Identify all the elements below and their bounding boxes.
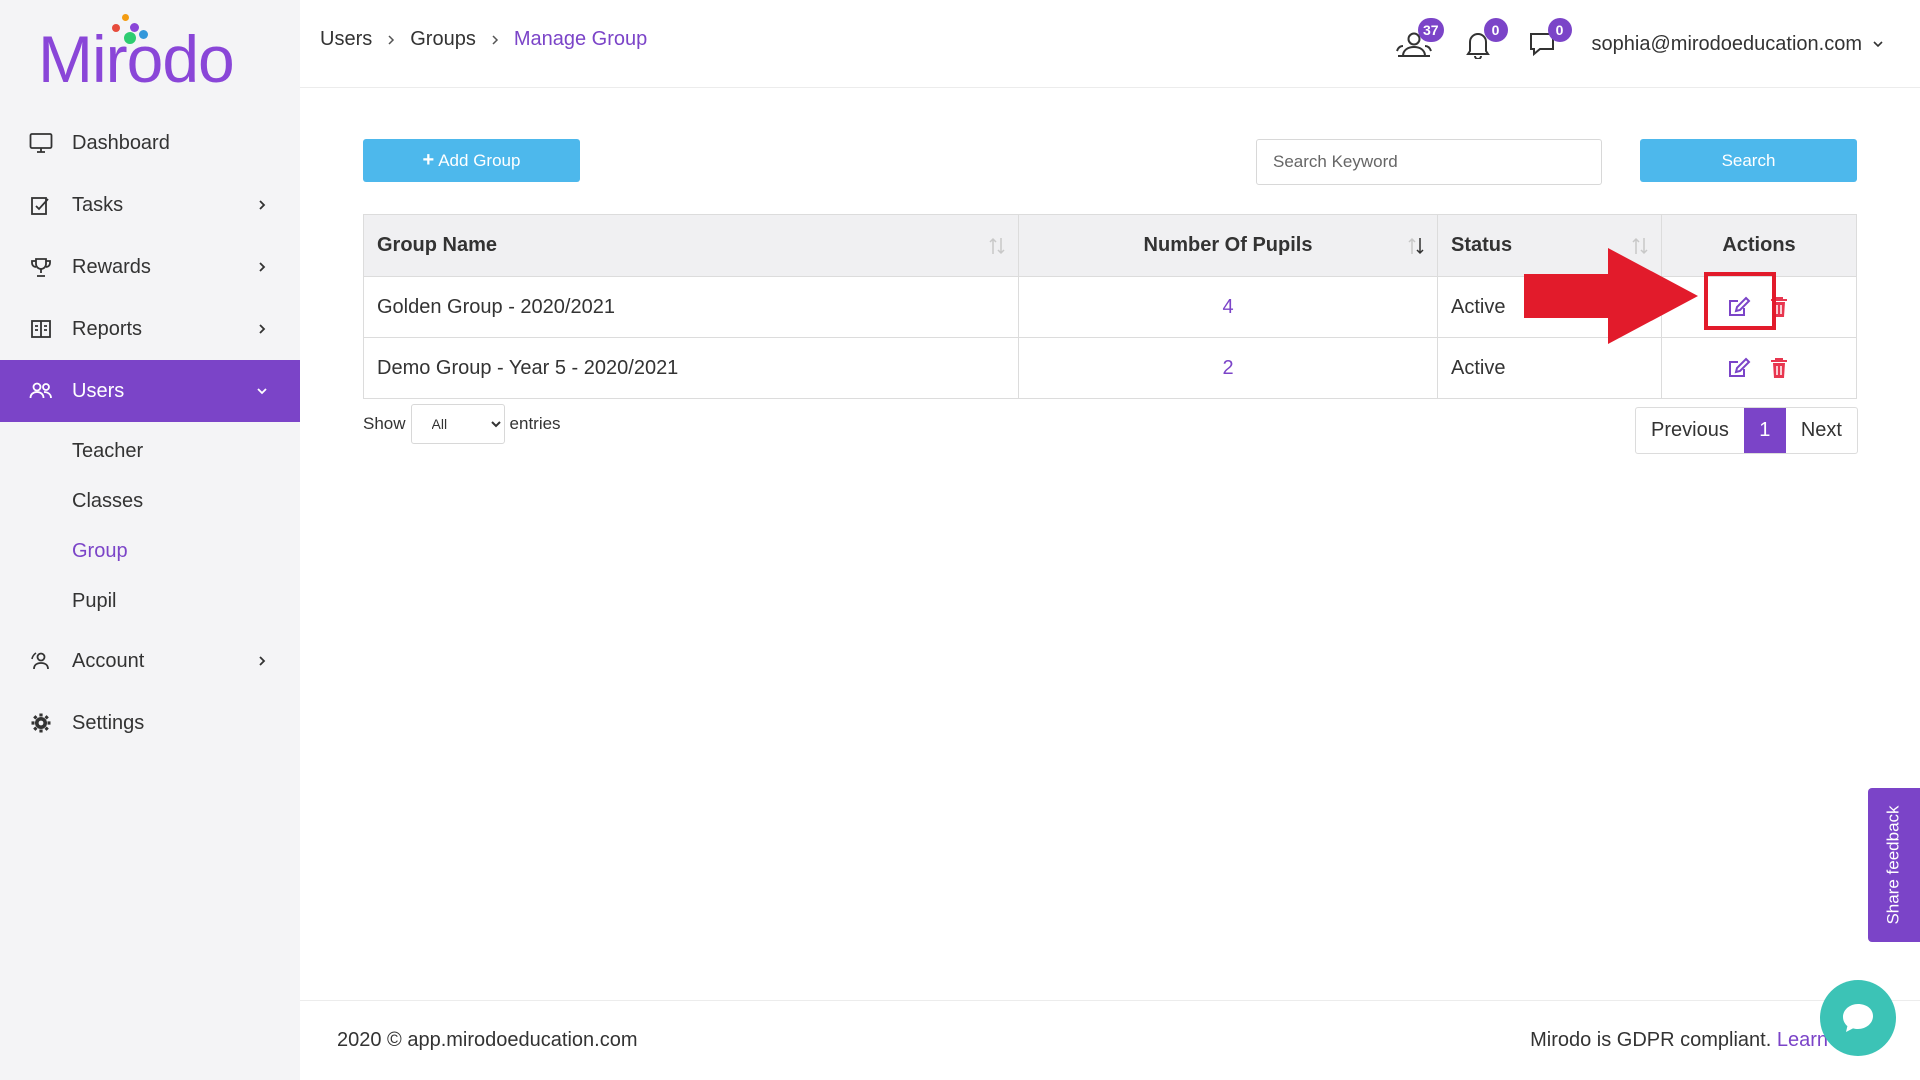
group-name-cell: Golden Group - 2020/2021 xyxy=(363,276,1019,338)
breadcrumb-manage-group: Manage Group xyxy=(513,28,648,50)
logo-dots-icon xyxy=(108,14,158,44)
column-header-label: Group Name xyxy=(377,234,498,256)
reports-icon xyxy=(28,316,54,342)
gdpr-text: Mirodo is GDPR compliant. xyxy=(1530,1029,1772,1051)
status-cell: Active xyxy=(1437,337,1662,399)
plus-icon: + xyxy=(422,149,435,171)
pupils-count-cell: 4 xyxy=(1018,276,1438,338)
messages-button[interactable]: 0 xyxy=(1522,18,1572,64)
trophy-icon xyxy=(28,254,54,280)
sidebar-item-account[interactable]: Account xyxy=(0,630,300,692)
notifications-button[interactable]: 0 xyxy=(1458,18,1508,64)
sidebar-item-label: Dashboard xyxy=(72,131,170,154)
chevron-right-icon xyxy=(490,34,500,46)
tasks-icon xyxy=(28,192,54,218)
search-input[interactable] xyxy=(1256,139,1602,185)
pupils-count-link[interactable]: 2 xyxy=(1222,357,1233,379)
search-button[interactable]: Search xyxy=(1640,139,1857,182)
column-header-label: Number Of Pupils xyxy=(1143,234,1313,256)
show-entries: Show All entries xyxy=(363,404,561,444)
next-page-button[interactable]: Next xyxy=(1786,408,1857,453)
chevron-right-icon xyxy=(259,324,266,334)
topbar-actions: 37 0 0 sophia@mirodoeducation.com xyxy=(1394,18,1884,70)
add-group-button[interactable]: + Add Group xyxy=(363,139,580,182)
chevron-right-icon xyxy=(259,262,266,272)
column-header-group-name[interactable]: Group Name xyxy=(363,214,1019,277)
annotation-highlight-box xyxy=(1704,272,1776,330)
gear-icon xyxy=(28,710,54,736)
pupils-count-link[interactable]: 4 xyxy=(1222,296,1233,318)
page-size-select[interactable]: All xyxy=(410,404,505,444)
sidebar-item-label: Tasks xyxy=(72,193,124,216)
annotation-arrow-icon xyxy=(1524,248,1698,344)
show-label: Show xyxy=(363,414,406,433)
pupils-count-cell: 2 xyxy=(1018,337,1438,399)
chat-bubble-icon xyxy=(1843,1004,1873,1032)
user-email: sophia@mirodoeducation.com xyxy=(1591,32,1862,55)
breadcrumb-users[interactable]: Users xyxy=(320,28,372,51)
sort-icon xyxy=(989,237,1005,254)
sort-icon xyxy=(1408,237,1424,254)
sidebar-subitem-group[interactable]: Group xyxy=(0,526,300,576)
account-icon xyxy=(28,648,54,674)
messages-count-badge: 0 xyxy=(1547,18,1572,42)
students-button[interactable]: 37 xyxy=(1394,18,1444,64)
chevron-right-icon xyxy=(386,34,396,46)
sidebar-item-label: Rewards xyxy=(72,255,151,278)
sidebar-item-reports[interactable]: Reports xyxy=(0,298,300,360)
users-submenu: Teacher Classes Group Pupil xyxy=(0,422,300,626)
main-content: + Add Group Search Group Name Number Of … xyxy=(300,88,1920,1000)
add-group-label: Add Group xyxy=(438,150,521,170)
sidebar-item-label: Account xyxy=(72,649,145,672)
footer-copyright: 2020 © app.mirodoeducation.com xyxy=(337,1029,638,1051)
column-header-number-of-pupils[interactable]: Number Of Pupils xyxy=(1018,214,1438,277)
user-menu[interactable]: sophia@mirodoeducation.com xyxy=(1592,33,1884,56)
chevron-down-icon xyxy=(257,388,267,395)
breadcrumb: Users Groups Manage Group xyxy=(320,28,647,51)
column-header-label: Actions xyxy=(1722,234,1796,256)
students-count-badge: 37 xyxy=(1417,18,1444,42)
actions-cell xyxy=(1661,337,1857,399)
chevron-right-icon xyxy=(259,200,266,210)
sidebar-item-label: Reports xyxy=(72,317,143,340)
sidebar-item-settings[interactable]: Settings xyxy=(0,692,300,754)
sidebar-subitem-classes[interactable]: Classes xyxy=(0,476,300,526)
table-row: Demo Group - Year 5 - 2020/2021 2 Active xyxy=(363,337,1857,399)
sidebar-item-rewards[interactable]: Rewards xyxy=(0,236,300,298)
sidebar-subitem-teacher[interactable]: Teacher xyxy=(0,426,300,476)
gdpr-learn-link[interactable]: Learn xyxy=(1777,1029,1828,1051)
users-icon xyxy=(28,378,54,404)
monitor-icon xyxy=(28,130,54,156)
sidebar-item-label: Users xyxy=(72,379,125,402)
footer: 2020 © app.mirodoeducation.com Mirodo is… xyxy=(300,1000,1920,1080)
sidebar-item-dashboard[interactable]: Dashboard xyxy=(0,112,300,174)
sidebar-item-tasks[interactable]: Tasks xyxy=(0,174,300,236)
sidebar-item-label: Settings xyxy=(72,711,145,734)
entries-label: entries xyxy=(509,414,561,433)
chevron-right-icon xyxy=(259,656,266,666)
sidebar: Mirodo Dashboard Tasks Rewards Reports U… xyxy=(0,0,300,1080)
chat-widget-button[interactable] xyxy=(1820,980,1896,1056)
group-name-cell: Demo Group - Year 5 - 2020/2021 xyxy=(363,337,1019,399)
topbar: Users Groups Manage Group 37 0 0 sophia@… xyxy=(300,0,1920,88)
page-1-button[interactable]: 1 xyxy=(1743,408,1786,453)
sidebar-item-users[interactable]: Users xyxy=(0,360,300,422)
delete-icon[interactable] xyxy=(1766,355,1792,381)
footer-gdpr: Mirodo is GDPR compliant. Learn xyxy=(1530,1029,1828,1052)
column-header-label: Status xyxy=(1451,234,1513,256)
mirodo-logo[interactable]: Mirodo xyxy=(38,14,235,92)
previous-page-button[interactable]: Previous xyxy=(1636,408,1744,453)
sidebar-nav: Dashboard Tasks Rewards Reports Users Te… xyxy=(0,112,300,754)
pagination: Previous 1 Next xyxy=(1635,407,1858,454)
chevron-down-icon xyxy=(1873,41,1883,48)
share-feedback-tab[interactable]: Share feedback xyxy=(1868,788,1920,942)
edit-icon[interactable] xyxy=(1726,355,1752,381)
share-feedback-label: Share feedback xyxy=(1884,805,1903,925)
breadcrumb-groups[interactable]: Groups xyxy=(410,28,476,51)
sidebar-subitem-pupil[interactable]: Pupil xyxy=(0,576,300,626)
notifications-count-badge: 0 xyxy=(1483,18,1508,42)
